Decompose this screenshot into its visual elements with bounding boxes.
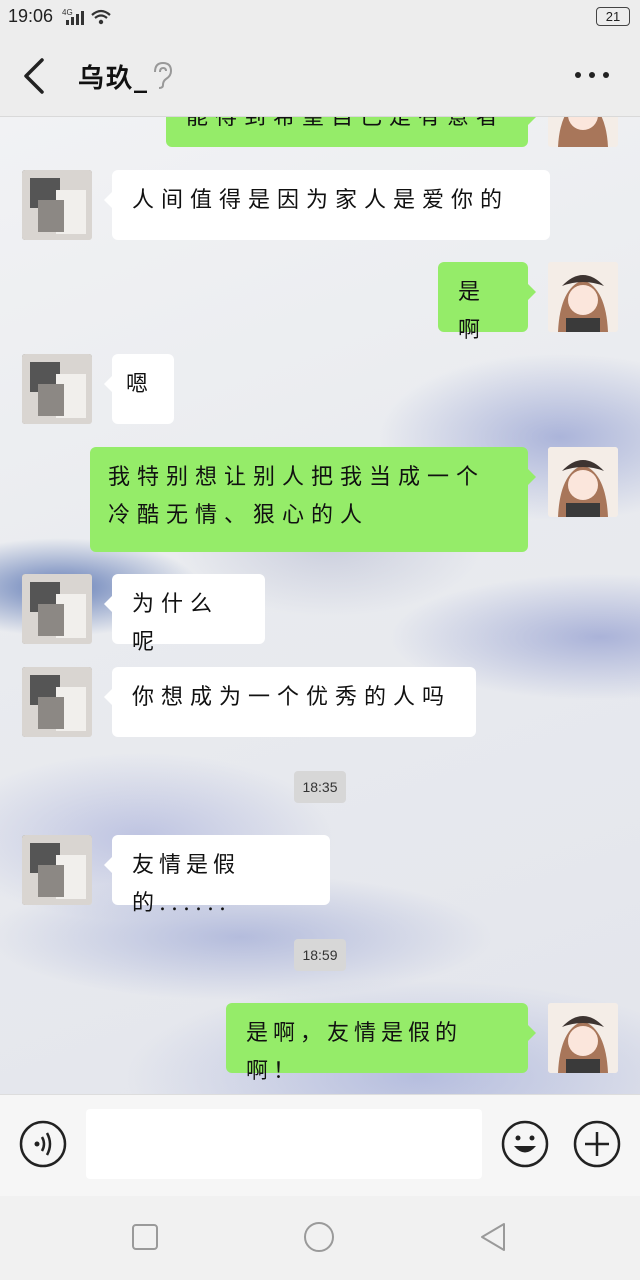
- timestamp: 18:59: [294, 939, 346, 971]
- chevron-left-icon: [24, 58, 44, 94]
- circle-icon: [304, 1222, 334, 1252]
- message-text: 友情是假的......: [132, 853, 241, 916]
- friend-avatar[interactable]: [22, 667, 92, 737]
- friend-avatar[interactable]: [22, 170, 92, 240]
- my-avatar[interactable]: [548, 117, 618, 147]
- message-text: 嗯: [126, 372, 156, 397]
- input-bar: [0, 1094, 640, 1197]
- my-avatar[interactable]: [548, 262, 618, 332]
- chat-title: 乌玖_: [78, 64, 150, 94]
- friend-avatar[interactable]: [22, 354, 92, 424]
- plus-icon: [573, 1120, 621, 1168]
- home-button[interactable]: [302, 1220, 336, 1254]
- message-bubble-friend[interactable]: 嗯: [104, 354, 174, 424]
- add-button[interactable]: [572, 1119, 622, 1169]
- chat-header: 乌玖_: [0, 34, 640, 117]
- message-text: 你想成为一个优秀的人吗: [132, 685, 452, 710]
- voice-icon: [19, 1120, 67, 1168]
- more-icon: [575, 72, 609, 78]
- message-input[interactable]: [86, 1109, 482, 1179]
- timestamp: 18:35: [294, 771, 346, 803]
- friend-avatar[interactable]: [22, 835, 92, 905]
- message-bubble-friend[interactable]: 人间值得是因为家人是爱你的: [104, 170, 550, 240]
- message-text: 人间值得是因为家人是爱你的: [132, 188, 510, 213]
- message-text: 我特别想让别人把我当成一个冷酷无情、狠心的人: [108, 465, 486, 528]
- chat-area[interactable]: 能得到希望自己是有意者 人间值得是因为家人是爱你的 是啊 嗯 我特别想让别人把我…: [0, 117, 640, 1094]
- status-time: 19:06: [8, 6, 54, 26]
- message-text: 能得到希望自己是有意者: [186, 117, 506, 130]
- message-text: 是啊: [458, 280, 488, 343]
- more-button[interactable]: [572, 62, 612, 88]
- emoji-button[interactable]: [500, 1119, 550, 1169]
- friend-avatar[interactable]: [22, 574, 92, 644]
- message-bubble-friend[interactable]: 为什么呢: [104, 574, 265, 655]
- message-bubble-me[interactable]: 能得到希望自己是有意者: [166, 117, 536, 147]
- square-icon: [132, 1224, 158, 1250]
- my-avatar[interactable]: [548, 447, 618, 517]
- voice-button[interactable]: [18, 1119, 68, 1169]
- triangle-icon: [481, 1223, 505, 1251]
- back-button[interactable]: [18, 56, 52, 96]
- message-bubble-friend[interactable]: 友情是假的......: [104, 835, 330, 916]
- message-text: 是啊，友情是假的啊！: [246, 1021, 463, 1084]
- battery-indicator: 21: [596, 7, 630, 26]
- nav-back-button[interactable]: [476, 1220, 510, 1254]
- status-bar: 19:06 4G 21: [0, 0, 640, 34]
- message-bubble-me[interactable]: 是啊，友情是假的啊！: [226, 1003, 536, 1084]
- recent-apps-button[interactable]: [128, 1220, 162, 1254]
- message-bubble-friend[interactable]: 你想成为一个优秀的人吗: [104, 667, 476, 737]
- my-avatar[interactable]: [548, 1003, 618, 1073]
- network-type-label: 4G: [62, 8, 73, 17]
- emoji-icon: [501, 1120, 549, 1168]
- message-text: 为什么呢: [132, 592, 220, 655]
- signal-icon: 4G: [62, 6, 118, 33]
- message-bubble-me[interactable]: 是啊: [438, 262, 536, 343]
- message-bubble-me[interactable]: 我特别想让别人把我当成一个冷酷无情、狠心的人: [90, 447, 536, 552]
- ear-icon: [150, 60, 174, 94]
- system-nav-bar: [0, 1196, 640, 1280]
